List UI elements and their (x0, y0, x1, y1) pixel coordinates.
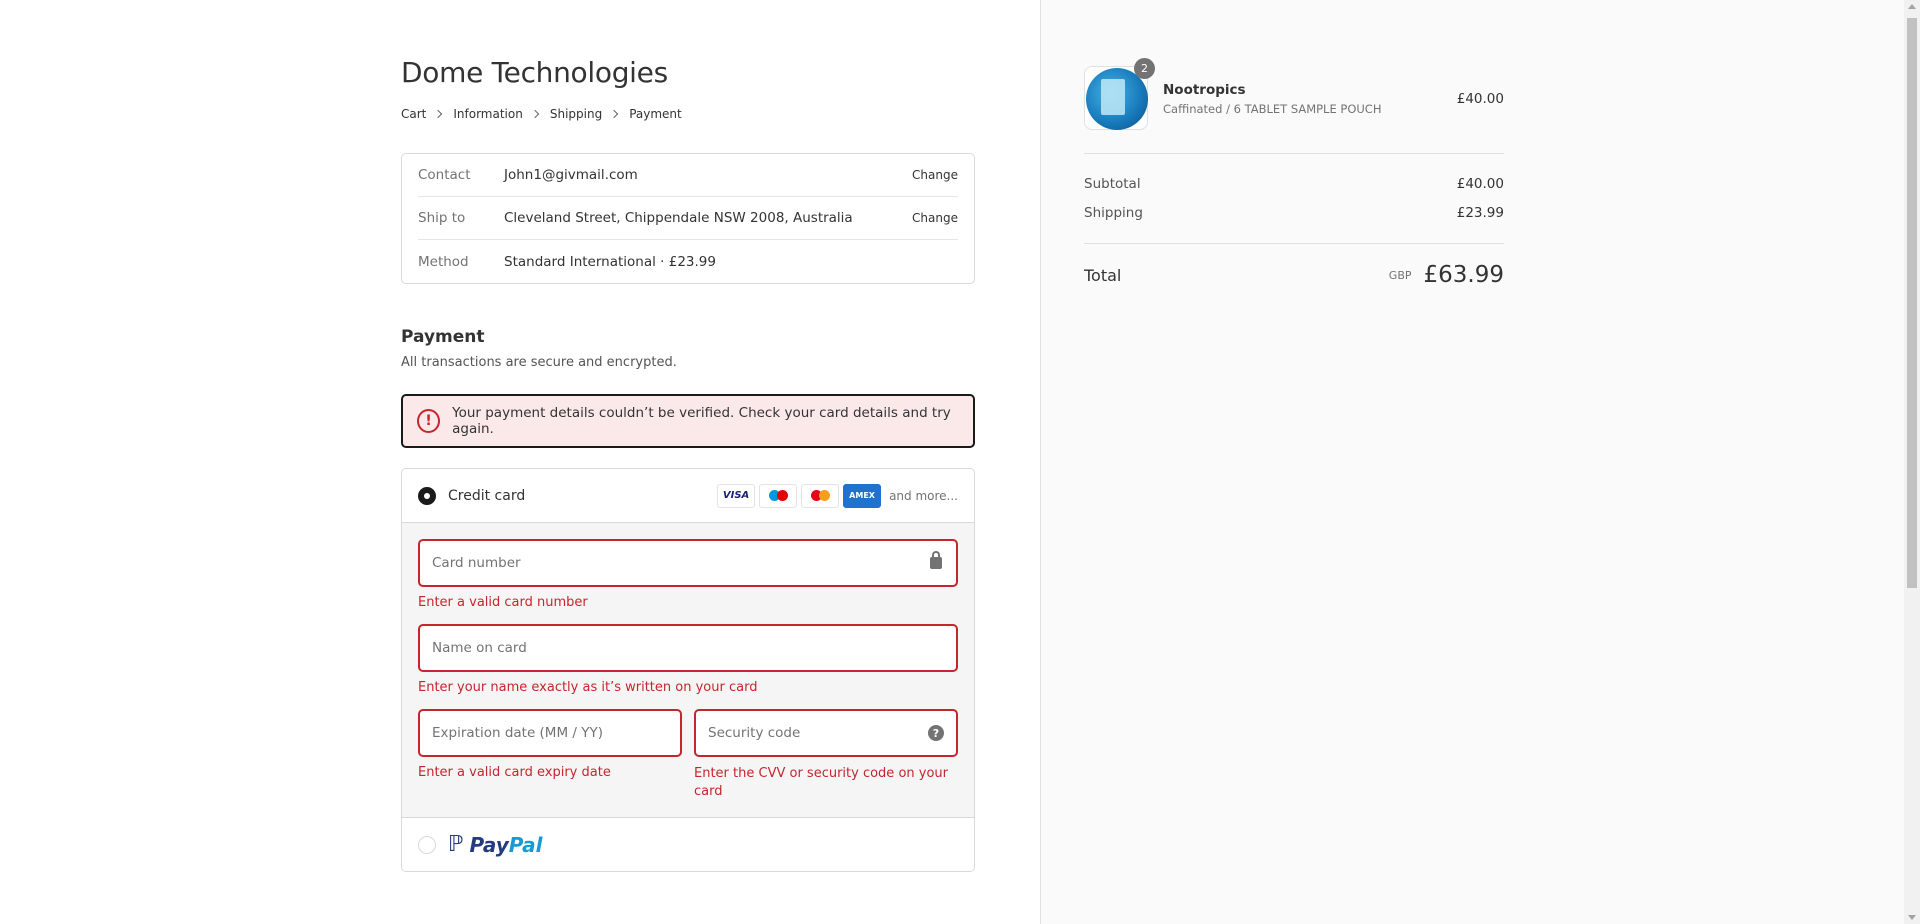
chevron-right-icon (530, 109, 540, 119)
expiry-date-error: Enter a valid card expiry date (418, 765, 611, 780)
security-code-placeholder: Security code (708, 725, 801, 741)
card-brands: VISA AMEX and more... (713, 483, 958, 508)
chevron-right-icon (434, 109, 443, 119)
change-contact-link[interactable]: Change (912, 168, 958, 182)
breadcrumb-payment: Payment (629, 107, 682, 121)
review-contact: Contact John1@givmail.com Change (418, 154, 958, 197)
payment-error-text: Your payment details couldn’t be verifie… (452, 405, 951, 437)
review-contact-value: John1@givmail.com (504, 167, 638, 183)
checkout-main: Dome Technologies Cart Information Shipp… (0, 0, 1040, 924)
name-on-card-placeholder: Name on card (432, 640, 527, 656)
credit-card-label: Credit card (448, 487, 526, 504)
credit-card-radio[interactable] (418, 486, 436, 505)
card-number-input[interactable]: Card number (418, 539, 958, 587)
review-method: Method Standard International · £23.99 (418, 240, 958, 283)
review-block: Contact John1@givmail.com Change Ship to… (401, 153, 975, 284)
shipping-label: Shipping (1084, 205, 1143, 221)
total-currency: GBP (1388, 268, 1412, 282)
summary-divider (1084, 153, 1504, 154)
more-brands-text: and more... (889, 488, 958, 503)
total-value: £63.99 (1423, 262, 1504, 288)
security-code-error: Enter the CVV or security code on your c… (694, 766, 948, 799)
error-icon: ! (417, 409, 441, 433)
breadcrumb-shipping[interactable]: Shipping (550, 107, 602, 121)
total-label: Total (1084, 265, 1122, 285)
review-ship-to: Ship to Cleveland Street, Chippendale NS… (418, 197, 958, 240)
shipping-value: £23.99 (1456, 205, 1504, 221)
review-method-price: £23.99 (668, 253, 716, 270)
expiry-date-placeholder: Expiration date (MM / YY) (432, 725, 603, 741)
expiry-security-row: Expiration date (MM / YY) Enter a valid … (418, 709, 958, 801)
credit-card-form: Card number Enter a valid card number Na… (402, 523, 974, 817)
name-on-card-input[interactable]: Name on card (418, 624, 958, 672)
paypal-option[interactable]: ℙ PayPal (402, 817, 974, 871)
name-on-card-error: Enter your name exactly as it’s written … (418, 680, 758, 695)
product-variant: Caffinated / 6 TABLET SAMPLE POUCH (1163, 102, 1382, 116)
summary-divider (1084, 243, 1504, 244)
amex-icon: AMEX (843, 483, 882, 508)
payment-methods: Credit card VISA AMEX and more... Card n… (401, 468, 975, 872)
payment-error-banner: ! Your payment details couldn’t be verif… (401, 394, 975, 448)
card-number-error: Enter a valid card number (418, 595, 588, 610)
subtotal-value: £40.00 (1456, 176, 1504, 192)
order-summary: 2 Nootropics Caffinated / 6 TABLET SAMPL… (1040, 0, 1904, 924)
chevron-right-icon (609, 109, 619, 119)
review-ship-to-label: Ship to (418, 210, 466, 226)
page-scrollbar[interactable] (1904, 0, 1920, 924)
paypal-icon: ℙ (448, 832, 464, 857)
product-name: Nootropics (1163, 82, 1246, 98)
scroll-up-icon[interactable] (1908, 4, 1916, 9)
store-title[interactable]: Dome Technologies (401, 56, 668, 89)
security-code-input[interactable]: Security code ? (694, 709, 958, 757)
review-ship-to-value: Cleveland Street, Chippendale NSW 2008, … (504, 210, 853, 226)
order-item: 2 Nootropics Caffinated / 6 TABLET SAMPL… (1084, 58, 1504, 132)
subtotal-label: Subtotal (1084, 176, 1141, 192)
subtotal-row: Subtotal £40.00 (1084, 176, 1504, 192)
review-method-value: Standard International · £23.99 (504, 254, 958, 270)
change-ship-to-link[interactable]: Change (912, 211, 958, 225)
paypal-logo: PayPal (469, 833, 542, 857)
quantity-badge: 2 (1134, 58, 1155, 79)
lock-icon (930, 551, 942, 569)
total-row: Total GBP £63.99 (1084, 262, 1504, 288)
help-icon[interactable]: ? (928, 725, 944, 741)
expiry-date-input[interactable]: Expiration date (MM / YY) (418, 709, 682, 757)
paypal-logo-pal: Pal (508, 832, 543, 857)
visa-icon: VISA (717, 483, 756, 508)
shipping-row: Shipping £23.99 (1084, 205, 1504, 221)
paypal-logo-pay: Pay (469, 832, 509, 857)
review-method-label: Method (418, 253, 469, 270)
scroll-thumb[interactable] (1907, 18, 1917, 588)
product-pack-image (1101, 79, 1125, 115)
breadcrumb-cart[interactable]: Cart (401, 107, 426, 121)
review-method-name: Standard International · (504, 253, 669, 270)
paypal-radio[interactable] (418, 835, 436, 854)
review-contact-label: Contact (418, 167, 471, 183)
mastercard-icon (801, 483, 840, 508)
payment-subtitle: All transactions are secure and encrypte… (401, 355, 677, 370)
breadcrumb: Cart Information Shipping Payment (401, 107, 682, 121)
maestro-icon (759, 483, 798, 508)
credit-card-option[interactable]: Credit card VISA AMEX and more... (402, 469, 974, 523)
expiry-group: Expiration date (MM / YY) Enter a valid … (418, 709, 682, 801)
security-group: Security code ? Enter the CVV or securit… (694, 709, 958, 801)
card-number-placeholder: Card number (432, 555, 521, 571)
product-thumbnail: 2 (1084, 58, 1155, 130)
scroll-down-icon[interactable] (1908, 915, 1916, 920)
breadcrumb-information[interactable]: Information (453, 107, 522, 121)
payment-heading: Payment (401, 327, 485, 347)
product-price: £40.00 (1456, 91, 1504, 107)
